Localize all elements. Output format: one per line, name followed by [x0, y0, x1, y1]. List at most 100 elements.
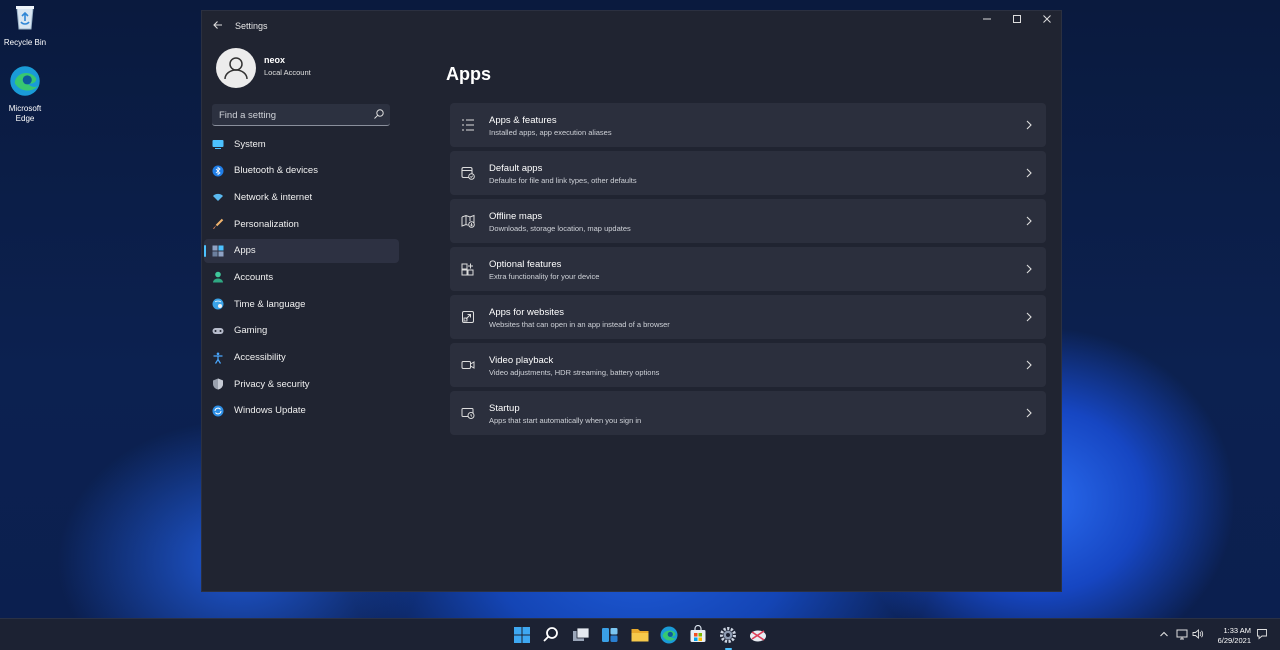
- settings-nav: System Bluetooth & devices Network & int…: [204, 132, 399, 426]
- search-icon[interactable]: [541, 625, 561, 645]
- nav-item-windows-update[interactable]: Windows Update: [204, 399, 399, 423]
- search-icon[interactable]: [373, 108, 385, 120]
- clock-time: 1:33 AM: [1223, 626, 1251, 635]
- chevron-right-icon: [1026, 408, 1032, 418]
- settings-icon[interactable]: [718, 625, 738, 645]
- card-default-apps[interactable]: Default apps Defaults for file and link …: [450, 151, 1046, 195]
- chevron-right-icon: [1026, 360, 1032, 370]
- chevron-right-icon: [1026, 264, 1032, 274]
- shield-icon: [213, 378, 223, 390]
- chevron-right-icon: [1026, 312, 1032, 322]
- volume-icon: [1192, 629, 1204, 639]
- taskbar-clock[interactable]: 1:33 AM 6/29/2021: [1218, 626, 1251, 646]
- time-language-icon: [212, 298, 224, 310]
- nav-label: Time & language: [234, 298, 306, 310]
- desktop-icon-recycle-bin[interactable]: Recycle Bin: [0, 2, 50, 48]
- update-icon: [212, 405, 224, 417]
- optional-features-icon: [461, 263, 474, 276]
- title-bar[interactable]: Settings: [202, 11, 1061, 41]
- search-input[interactable]: [219, 107, 369, 123]
- card-optional-features[interactable]: Optional features Extra functionality fo…: [450, 247, 1046, 291]
- maximize-button[interactable]: [1002, 11, 1032, 33]
- card-subtitle: Defaults for file and link types, other …: [489, 176, 637, 185]
- minimize-icon: [983, 18, 991, 20]
- nav-item-privacy-security[interactable]: Privacy & security: [204, 372, 399, 396]
- card-startup[interactable]: Startup Apps that start automatically wh…: [450, 391, 1046, 435]
- taskbar: 1:33 AM 6/29/2021: [0, 618, 1280, 650]
- back-button[interactable]: [210, 19, 226, 35]
- card-apps-for-websites[interactable]: Apps for websites Websites that can open…: [450, 295, 1046, 339]
- recycle-bin-icon: [16, 6, 34, 30]
- nav-label: Bluetooth & devices: [234, 165, 318, 177]
- card-offline-maps[interactable]: Offline maps Downloads, storage location…: [450, 199, 1046, 243]
- card-title: Video playback: [489, 355, 554, 366]
- task-view-icon[interactable]: [571, 625, 591, 645]
- nav-item-bluetooth[interactable]: Bluetooth & devices: [204, 159, 399, 183]
- card-subtitle: Apps that start automatically when you s…: [489, 416, 642, 425]
- startup-icon: [461, 408, 475, 419]
- card-subtitle: Extra functionality for your device: [489, 272, 600, 281]
- card-subtitle: Video adjustments, HDR streaming, batter…: [489, 368, 660, 377]
- video-playback-icon: [461, 361, 475, 369]
- start-icon[interactable]: [512, 625, 532, 645]
- minimize-button[interactable]: [972, 11, 1002, 33]
- card-title: Optional features: [489, 259, 562, 270]
- nav-label: Windows Update: [234, 405, 306, 417]
- card-subtitle: Installed apps, app execution aliases: [489, 128, 612, 137]
- chevron-right-icon: [1026, 168, 1032, 178]
- nav-item-network[interactable]: Network & internet: [204, 185, 399, 209]
- avatar: [216, 48, 256, 88]
- card-video-playback[interactable]: Video playback Video adjustments, HDR st…: [450, 343, 1046, 387]
- volume-button[interactable]: [1192, 628, 1204, 640]
- nav-item-accounts[interactable]: Accounts: [204, 265, 399, 289]
- show-hidden-icons-button[interactable]: [1158, 628, 1170, 640]
- nav-item-gaming[interactable]: Gaming: [204, 319, 399, 343]
- chevron-right-icon: [1026, 216, 1032, 226]
- network-button[interactable]: [1176, 628, 1188, 640]
- nav-item-apps[interactable]: Apps: [204, 238, 399, 263]
- nav-label: Network & internet: [234, 191, 313, 203]
- desktop-icon-label: Recycle Bin: [3, 38, 47, 47]
- nav-item-system[interactable]: System: [204, 132, 399, 156]
- nav-item-personalization[interactable]: Personalization: [204, 212, 399, 236]
- network-icon: [1176, 629, 1188, 640]
- page-title: Apps: [446, 64, 491, 84]
- apps-websites-icon: [462, 311, 474, 323]
- nav-item-time-language[interactable]: Time & language: [204, 292, 399, 316]
- settings-search-box[interactable]: [212, 104, 390, 126]
- card-title: Apps for websites: [489, 307, 564, 318]
- widgets-icon[interactable]: [600, 625, 620, 645]
- nav-label: Accessibility: [234, 352, 286, 363]
- nav-label: Accounts: [234, 271, 274, 283]
- accessibility-icon: [213, 352, 223, 364]
- card-apps-features[interactable]: Apps & features Installed apps, app exec…: [450, 103, 1046, 147]
- desktop-icon-label: Microsoft Edge: [8, 104, 42, 123]
- nav-item-accessibility[interactable]: Accessibility: [204, 346, 399, 370]
- notification-icon: [1257, 629, 1267, 640]
- system-icon: [212, 140, 224, 149]
- clock-date: 6/29/2021: [1217, 636, 1251, 645]
- edge-icon[interactable]: [659, 625, 679, 645]
- desktop-icon-edge[interactable]: Microsoft Edge: [0, 64, 50, 124]
- settings-window: Settings neox Local Account Find a setti…: [201, 10, 1062, 592]
- user-name: neox: [264, 55, 286, 65]
- snipping-tool-icon[interactable]: [748, 625, 768, 645]
- chevron-up-icon: [1160, 631, 1168, 637]
- nav-label: Privacy & security: [234, 378, 310, 390]
- edge-icon: [10, 66, 40, 96]
- user-icon: [224, 57, 248, 80]
- close-icon: [1043, 15, 1051, 23]
- apps-icon: [212, 245, 224, 257]
- file-explorer-icon[interactable]: [630, 625, 650, 645]
- offline-maps-icon: [461, 214, 475, 228]
- apps-settings-list: Apps & features Installed apps, app exec…: [450, 103, 1046, 439]
- wifi-icon: [213, 194, 223, 202]
- nav-label: System: [234, 138, 266, 150]
- store-icon[interactable]: [688, 625, 708, 645]
- chevron-right-icon: [1026, 120, 1032, 130]
- nav-label: Apps: [234, 245, 256, 257]
- close-button[interactable]: [1032, 11, 1061, 33]
- back-arrow-icon: [213, 21, 222, 29]
- accounts-icon: [213, 272, 223, 283]
- notifications-button[interactable]: [1256, 628, 1268, 640]
